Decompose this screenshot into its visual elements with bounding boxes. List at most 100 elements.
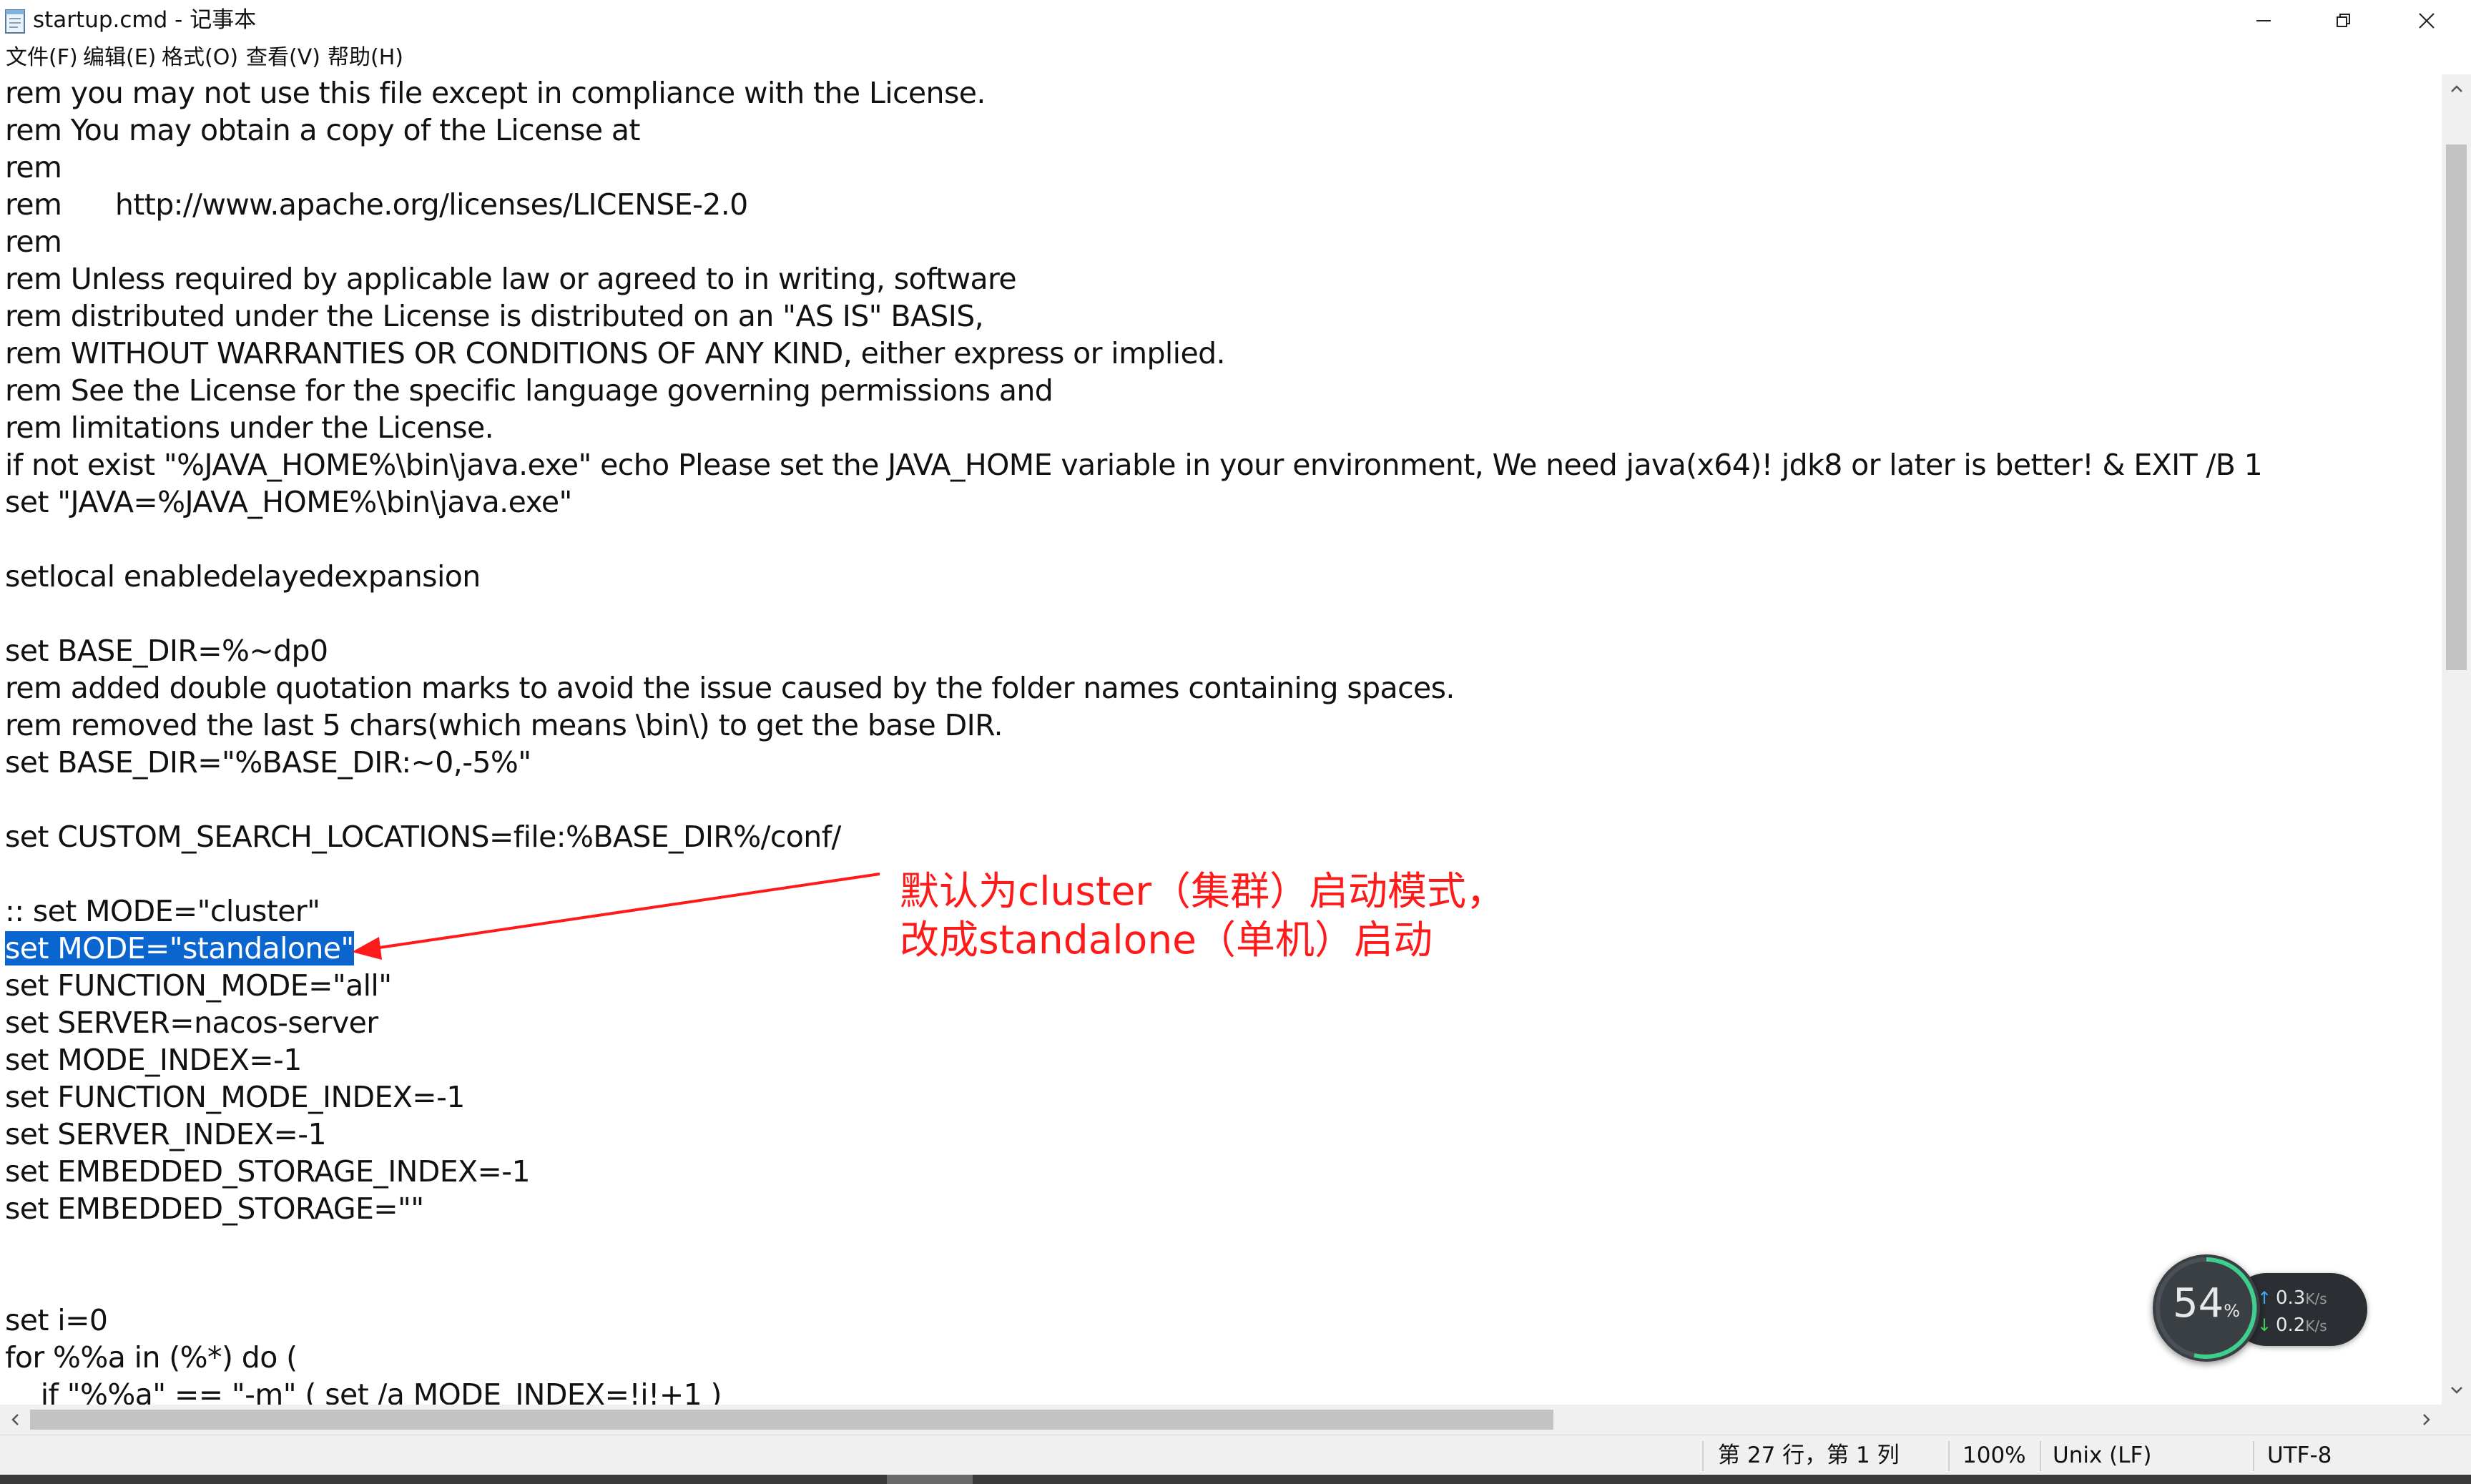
close-button[interactable] xyxy=(2387,0,2466,41)
code-line: rem Unless required by applicable law or… xyxy=(5,260,2262,298)
notepad-icon xyxy=(4,7,27,34)
code-line-text: rem See the License for the specific lan… xyxy=(5,373,1053,408)
code-line-text: set SERVER_INDEX=-1 xyxy=(5,1117,327,1151)
chevron-left-icon xyxy=(11,1414,19,1425)
vertical-scroll-thumb[interactable] xyxy=(2446,144,2467,670)
scrollbar-corner xyxy=(2442,1405,2471,1435)
code-line-text: rem distributed under the License is dis… xyxy=(5,299,984,333)
code-line: if not exist "%JAVA_HOME%\bin\java.exe" … xyxy=(5,446,2263,483)
upload-speed: 0.3K/s xyxy=(2276,1287,2327,1309)
code-line: set SERVER=nacos-server xyxy=(5,1004,2262,1041)
code-line: rem removed the last 5 chars(which means… xyxy=(5,707,2262,744)
selected-text: set MODE="standalone" xyxy=(5,931,354,965)
menu-file[interactable]: 文件(F) xyxy=(6,41,78,74)
code-line: rem http://www.apache.org/licenses/LICEN… xyxy=(5,186,2262,223)
download-speed: 0.2K/s xyxy=(2276,1315,2327,1336)
code-line-text: set FUNCTION_MODE="all" xyxy=(5,968,392,1003)
code-line-text: set FUNCTION_MODE_INDEX=-1 xyxy=(5,1080,465,1114)
upload-arrow-icon: ↑ xyxy=(2257,1288,2272,1308)
status-divider xyxy=(1702,1441,1704,1471)
code-line-text: set EMBEDDED_STORAGE_INDEX=-1 xyxy=(5,1154,531,1189)
code-line: set i=0 xyxy=(5,1302,2262,1339)
code-line: set EMBEDDED_STORAGE_INDEX=-1 xyxy=(5,1153,2262,1190)
window-title: startup.cmd - 记事本 xyxy=(33,7,257,33)
code-line-text: set MODE_INDEX=-1 xyxy=(5,1043,302,1077)
status-divider xyxy=(2040,1441,2041,1471)
annotation-line-1: 默认为cluster（集群）启动模式， xyxy=(900,868,1506,914)
code-line: rem limitations under the License. xyxy=(5,409,2262,446)
code-line-text: rem WITHOUT WARRANTIES OR CONDITIONS OF … xyxy=(5,336,1226,370)
menu-help[interactable]: 帮助(H) xyxy=(328,41,403,74)
network-speed-widget[interactable]: 54% ↑ 0.3K/s ↓ 0.2K/s xyxy=(2153,1254,2367,1362)
chevron-down-icon xyxy=(2450,1387,2462,1394)
horizontal-scroll-thumb[interactable] xyxy=(30,1410,1553,1430)
code-line-text: rem limitations under the License. xyxy=(5,411,494,445)
code-line: set FUNCTION_MODE="all" xyxy=(5,967,2262,1004)
code-line: if "%%a" == "-m" ( set /a MODE_INDEX=!i!… xyxy=(5,1376,2262,1405)
code-line: rem WITHOUT WARRANTIES OR CONDITIONS OF … xyxy=(5,335,2262,372)
code-line-text: rem http://www.apache.org/licenses/LICEN… xyxy=(5,187,748,222)
text-editor[interactable]: rem you may not use this file except in … xyxy=(0,74,2442,1405)
code-line: set MODE_INDEX=-1 xyxy=(5,1041,2262,1078)
annotation-text: 默认为cluster（集群）启动模式， 改成standalone（单机）启动 xyxy=(900,867,1505,964)
code-line: for %%a in (%*) do ( xyxy=(5,1339,2262,1376)
code-line-text: set BASE_DIR="%BASE_DIR:~0,-5%" xyxy=(5,745,531,780)
line-ending: Unix (LF) xyxy=(2053,1443,2152,1468)
code-line-text: rem xyxy=(5,225,62,259)
scroll-down-button[interactable] xyxy=(2442,1376,2471,1405)
menu-edit[interactable]: 编辑(E) xyxy=(83,41,156,74)
code-line-text: setlocal enabledelayedexpansion xyxy=(5,559,481,594)
code-line-text: for %%a in (%*) do ( xyxy=(5,1340,298,1375)
code-line-text: rem xyxy=(5,150,62,185)
minimize-icon xyxy=(2256,20,2271,21)
vertical-scrollbar[interactable] xyxy=(2442,74,2471,1405)
code-line: rem distributed under the License is dis… xyxy=(5,298,2262,335)
encoding: UTF-8 xyxy=(2267,1443,2332,1468)
code-line: rem You may obtain a copy of the License… xyxy=(5,112,2262,149)
chevron-up-icon xyxy=(2450,85,2462,92)
menu-bar: 文件(F) 编辑(E) 格式(O) 查看(V) 帮助(H) xyxy=(0,41,2471,74)
code-line-text: set i=0 xyxy=(5,1303,108,1337)
restore-button[interactable] xyxy=(2304,0,2383,41)
code-line: set FUNCTION_MODE_INDEX=-1 xyxy=(5,1078,2262,1116)
code-line: set CUSTOM_SEARCH_LOCATIONS=file:%BASE_D… xyxy=(5,818,2262,855)
scroll-up-button[interactable] xyxy=(2442,74,2471,103)
menu-view[interactable]: 查看(V) xyxy=(246,41,320,74)
annotation-line-2: 改成standalone（单机）启动 xyxy=(900,917,1433,963)
scroll-left-button[interactable] xyxy=(0,1405,30,1435)
zoom-level: 100% xyxy=(1962,1443,2026,1468)
code-line: rem you may not use this file except in … xyxy=(5,74,2262,112)
minimize-button[interactable] xyxy=(2224,0,2303,41)
code-line-text: rem You may obtain a copy of the License… xyxy=(5,113,641,147)
status-bar: 第 27 行，第 1 列 100% Unix (LF) UTF-8 xyxy=(0,1435,2471,1475)
title-bar: startup.cmd - 记事本 xyxy=(0,0,2471,41)
code-line: set EMBEDDED_STORAGE="" xyxy=(5,1190,2262,1227)
code-line: set "JAVA=%JAVA_HOME%\bin\java.exe" xyxy=(5,483,2262,521)
download-arrow-icon: ↓ xyxy=(2257,1315,2272,1335)
code-line-text: if "%%a" == "-m" ( set /a MODE_INDEX=!i!… xyxy=(5,1377,722,1405)
code-line: rem xyxy=(5,223,2262,260)
chevron-right-icon xyxy=(2423,1414,2430,1425)
code-line-text: rem added double quotation marks to avoi… xyxy=(5,671,1455,705)
usage-percent: 54% xyxy=(2172,1280,2241,1327)
code-line-text: :: set MODE="cluster" xyxy=(5,894,320,928)
scroll-right-button[interactable] xyxy=(2412,1405,2442,1435)
code-line-text: set EMBEDDED_STORAGE="" xyxy=(5,1191,424,1226)
taskbar-edge-highlight xyxy=(887,1475,973,1484)
menu-format[interactable]: 格式(O) xyxy=(162,41,238,74)
status-divider xyxy=(2253,1441,2254,1471)
horizontal-scrollbar[interactable] xyxy=(0,1405,2442,1435)
code-line-text: rem removed the last 5 chars(which means… xyxy=(5,708,1003,742)
code-line-text: if not exist "%JAVA_HOME%\bin\java.exe" … xyxy=(5,448,2263,482)
code-line: set SERVER_INDEX=-1 xyxy=(5,1116,2262,1153)
code-line-text: set SERVER=nacos-server xyxy=(5,1006,378,1040)
code-line-text: set CUSTOM_SEARCH_LOCATIONS=file:%BASE_D… xyxy=(5,820,841,854)
code-line-text: rem Unless required by applicable law or… xyxy=(5,262,1017,296)
restore-icon xyxy=(2337,14,2350,27)
code-line: setlocal enabledelayedexpansion xyxy=(5,558,2262,595)
cursor-position: 第 27 行，第 1 列 xyxy=(1718,1443,1900,1468)
